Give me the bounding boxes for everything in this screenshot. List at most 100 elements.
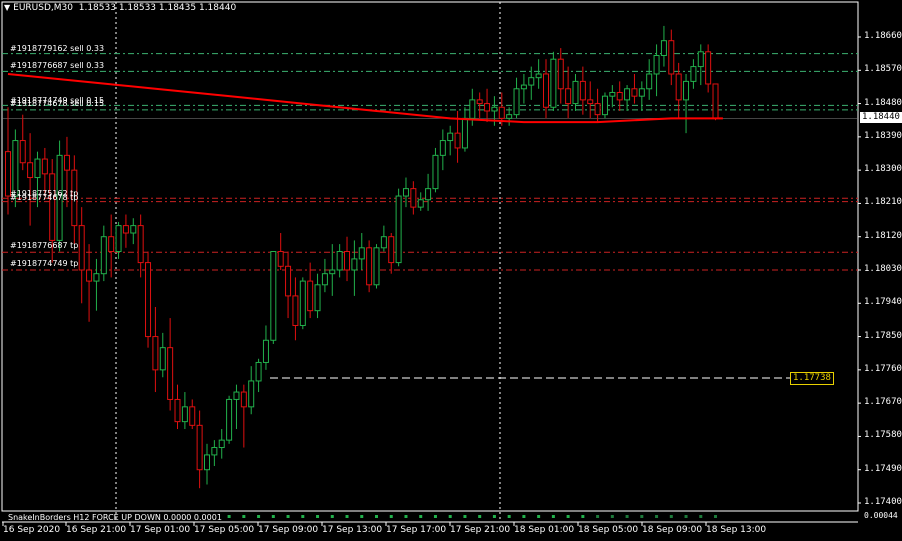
candle-body[interactable] (425, 188, 432, 201)
candle-body[interactable] (388, 236, 395, 264)
candle-body[interactable] (417, 199, 424, 208)
candle-body[interactable] (262, 339, 269, 363)
candle-body[interactable] (528, 77, 535, 86)
price-tick-label: 1.17760 (864, 363, 902, 374)
candle-body[interactable] (189, 406, 196, 426)
candle-body[interactable] (675, 73, 682, 101)
candle-body[interactable] (646, 73, 653, 90)
candle-body[interactable] (167, 347, 174, 400)
candle-body[interactable] (638, 88, 645, 97)
candle-body[interactable] (705, 51, 712, 85)
candle-body[interactable] (78, 225, 85, 271)
candle-body[interactable] (395, 195, 402, 264)
candle-body[interactable] (484, 103, 491, 112)
candle-body[interactable] (491, 106, 498, 112)
candle-body[interactable] (233, 391, 240, 400)
candle-body[interactable] (130, 225, 137, 234)
candle-body[interactable] (93, 273, 100, 282)
candle-body[interactable] (314, 284, 321, 312)
candle-body[interactable] (579, 80, 586, 101)
candle-body[interactable] (19, 140, 26, 164)
candle-body[interactable] (218, 439, 225, 449)
candle-body[interactable] (366, 247, 373, 286)
candle-body[interactable] (543, 73, 550, 108)
candle-body[interactable] (447, 132, 454, 142)
collapse-triangle-icon[interactable]: ▼ (4, 3, 10, 12)
candle-body[interactable] (572, 80, 579, 105)
candle-body[interactable] (34, 158, 41, 179)
candle-body[interactable] (520, 84, 527, 90)
candle-body[interactable] (712, 83, 719, 119)
candle-body[interactable] (660, 40, 667, 56)
horizontal-line-price-label[interactable]: 1.17738 (790, 371, 834, 385)
candle-body[interactable] (594, 103, 601, 116)
candle-body[interactable] (550, 58, 557, 108)
candle-body[interactable] (336, 251, 343, 271)
candle-body[interactable] (601, 95, 608, 116)
candle-body[interactable] (49, 173, 56, 241)
candle-body[interactable] (609, 91, 616, 97)
candle-body[interactable] (373, 247, 380, 286)
candle-body[interactable] (690, 66, 697, 82)
candle-body[interactable] (454, 132, 461, 149)
candle-body[interactable] (122, 225, 129, 234)
candle-body[interactable] (145, 262, 152, 338)
candle-body[interactable] (513, 88, 520, 116)
candle-body[interactable] (469, 99, 476, 119)
candle-body[interactable] (181, 406, 188, 423)
price-chart[interactable] (0, 0, 902, 541)
candle-body[interactable] (285, 265, 292, 297)
candle-body[interactable] (321, 273, 328, 286)
candle-body[interactable] (683, 80, 690, 101)
candle-body[interactable] (248, 380, 255, 408)
candle-body[interactable] (653, 54, 660, 75)
candle-body[interactable] (226, 398, 233, 441)
candle-body[interactable] (506, 114, 513, 119)
candle-body[interactable] (697, 51, 704, 68)
candle-body[interactable] (100, 236, 107, 275)
candle-body[interactable] (380, 236, 387, 249)
candle-body[interactable] (115, 225, 122, 253)
candle-body[interactable] (41, 158, 48, 175)
chart-window[interactable]: ▼ EURUSD,M30 1.18533 1.18533 1.18435 1.18… (0, 0, 902, 541)
candle-body[interactable] (476, 99, 483, 105)
candle-body[interactable] (270, 251, 277, 341)
candle-body[interactable] (624, 88, 631, 101)
candle-body[interactable] (277, 251, 284, 267)
candle-body[interactable] (299, 280, 306, 326)
candle-body[interactable] (196, 424, 203, 471)
candle-body[interactable] (616, 91, 623, 101)
candle-body[interactable] (108, 236, 115, 253)
candle-body[interactable] (63, 154, 70, 171)
candle-body[interactable] (344, 251, 351, 271)
candle-body[interactable] (159, 347, 166, 371)
candle-body[interactable] (439, 140, 446, 156)
candle-body[interactable] (174, 398, 181, 423)
candle-body[interactable] (12, 140, 19, 197)
candle-body[interactable] (307, 280, 314, 312)
candle-body[interactable] (292, 295, 299, 326)
candle-body[interactable] (410, 188, 417, 208)
candle-body[interactable] (402, 188, 409, 197)
candle-body[interactable] (498, 106, 505, 119)
candle-body[interactable] (432, 154, 439, 190)
candle-body[interactable] (27, 162, 34, 179)
candle-body[interactable] (211, 447, 218, 456)
candle-body[interactable] (329, 269, 336, 275)
candle-body[interactable] (86, 269, 93, 282)
candle-body[interactable] (351, 258, 358, 271)
candle-body[interactable] (587, 99, 594, 105)
candle-body[interactable] (557, 58, 564, 90)
candle-body[interactable] (358, 247, 365, 260)
candle-body[interactable] (631, 88, 638, 97)
time-tick-label: 18 Sep 13:00 (706, 525, 767, 535)
candle-body[interactable] (240, 391, 247, 408)
candle-body[interactable] (255, 361, 262, 382)
candle-body[interactable] (203, 454, 210, 471)
candle-body[interactable] (668, 40, 675, 75)
candle-body[interactable] (535, 73, 542, 79)
candle-body[interactable] (152, 336, 159, 371)
candle-body[interactable] (137, 225, 144, 264)
candle-body[interactable] (565, 88, 572, 105)
candle-body[interactable] (461, 117, 468, 149)
